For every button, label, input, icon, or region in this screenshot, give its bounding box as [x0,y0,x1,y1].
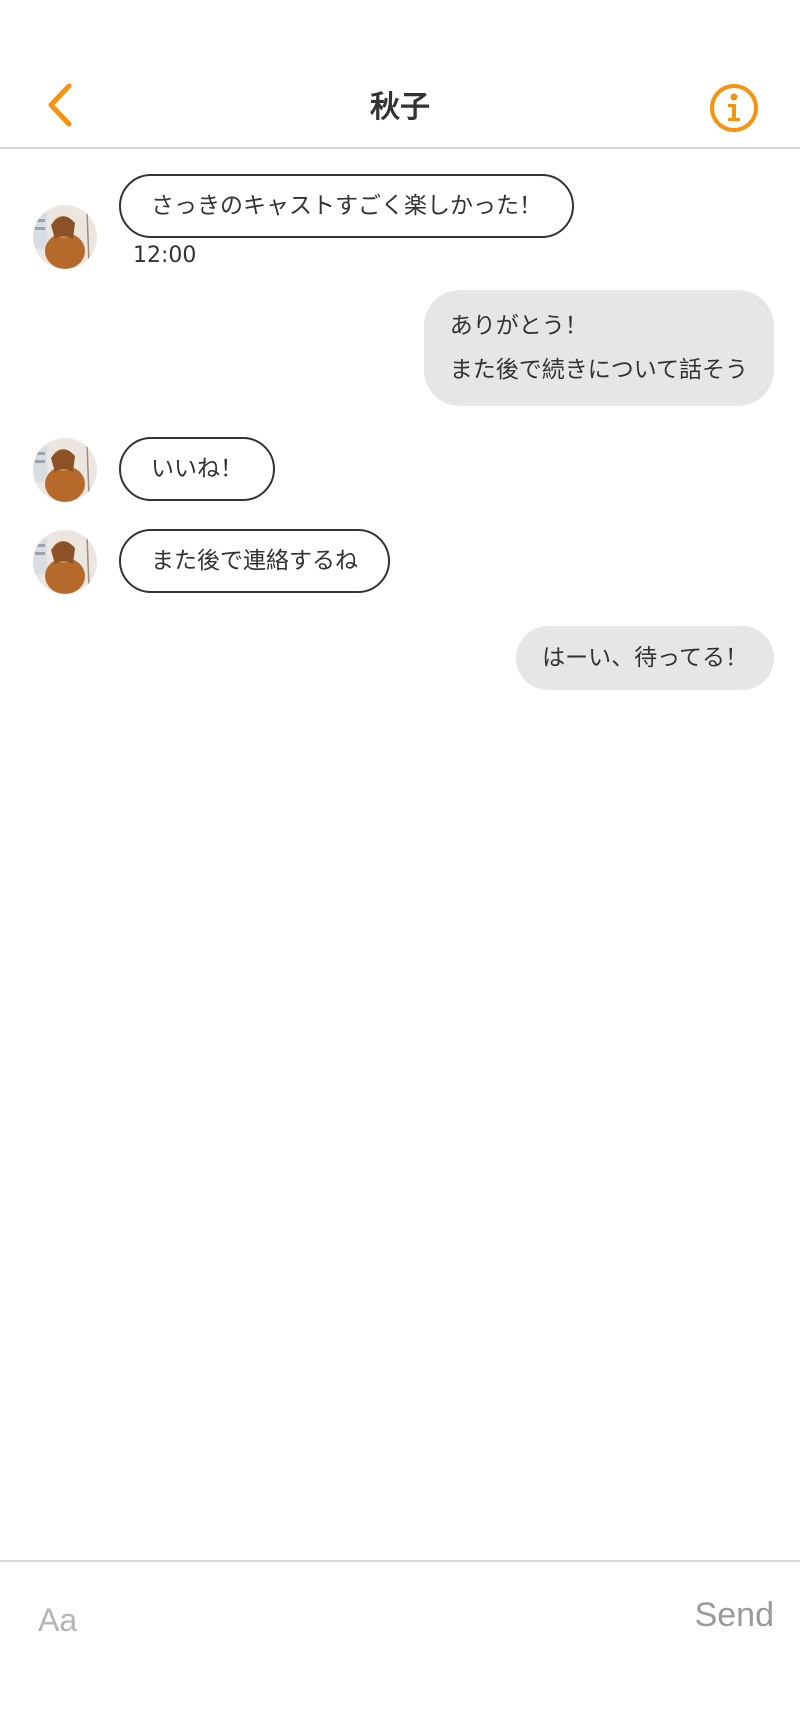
message-line: また後で続きについて話そう [449,357,748,383]
chat-header: 秋子 [0,0,800,149]
avatar[interactable] [33,530,97,594]
info-circle-icon [710,84,758,132]
message-timestamp: 12:00 [133,243,197,268]
contact-photo [33,438,97,502]
message-bubble-received: また後で連絡するね [119,529,390,593]
contact-photo [33,205,97,269]
send-button[interactable]: Send [695,1596,774,1635]
message-input[interactable] [38,1597,638,1643]
message-bubble-sent: はーい、待ってる！ [516,626,774,690]
contact-photo [33,530,97,594]
avatar[interactable] [33,205,97,269]
message-composer: Send [0,1560,800,1733]
avatar[interactable] [33,438,97,502]
info-button[interactable] [708,82,760,134]
message-bubble-sent: ありがとう！ また後で続きについて話そう [423,290,774,406]
message-line: ありがとう！ [449,313,588,339]
message-bubble-received: いいね！ [119,437,275,501]
page-title: 秋子 [370,90,430,125]
message-bubble-received: さっきのキャストすごく楽しかった！ [119,174,574,238]
